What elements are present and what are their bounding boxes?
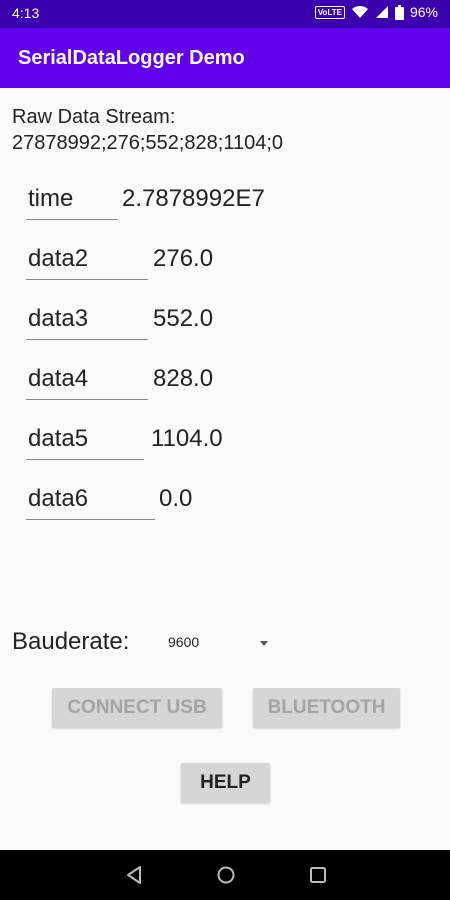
status-time: 4:13 [12, 5, 40, 21]
app-title: SerialDataLogger Demo [18, 47, 245, 69]
field-label: data2 [26, 244, 148, 280]
baudrate-select[interactable]: 9600 [160, 630, 280, 658]
wifi-icon [351, 5, 368, 18]
status-icons: VoLTE 96% [314, 4, 438, 20]
field-label: data4 [26, 364, 148, 400]
back-icon[interactable] [125, 865, 143, 885]
field-label: data3 [26, 304, 148, 340]
home-icon[interactable] [216, 865, 236, 885]
field-value: 276.0 [153, 245, 214, 272]
dropdown-arrow-icon [260, 641, 268, 646]
field-value: 0.0 [159, 485, 193, 512]
recents-icon[interactable] [309, 865, 327, 885]
raw-data-label: Raw Data Stream: [12, 106, 176, 128]
baudrate-value: 9600 [168, 634, 200, 650]
field-value: 828.0 [153, 365, 214, 392]
help-button[interactable]: HELP [181, 763, 270, 803]
signal-icon [375, 6, 388, 18]
field-label: time [26, 184, 118, 220]
connect-usb-button[interactable]: CONNECT USB [52, 688, 222, 728]
battery-percent: 96% [409, 4, 438, 20]
baudrate-label: Bauderate: [12, 628, 130, 655]
raw-data-value: 27878992;276;552;828;1104;0 [12, 132, 284, 154]
app-bar: SerialDataLogger Demo [0, 28, 450, 88]
field-value: 1104.0 [151, 425, 223, 452]
volte-icon: VoLTE [314, 5, 345, 19]
navigation-bar [0, 850, 450, 900]
field-value: 552.0 [153, 305, 214, 332]
raw-data-stream: Raw Data Stream: 27878992;276;552;828;11… [12, 104, 283, 156]
battery-icon [394, 4, 404, 20]
bluetooth-button[interactable]: BLUETOOTH [253, 688, 400, 728]
field-label: data6 [26, 484, 155, 520]
field-label: data5 [26, 424, 144, 460]
field-value: 2.7878992E7 [122, 185, 265, 212]
status-bar: 4:13 VoLTE 96% [0, 0, 450, 28]
